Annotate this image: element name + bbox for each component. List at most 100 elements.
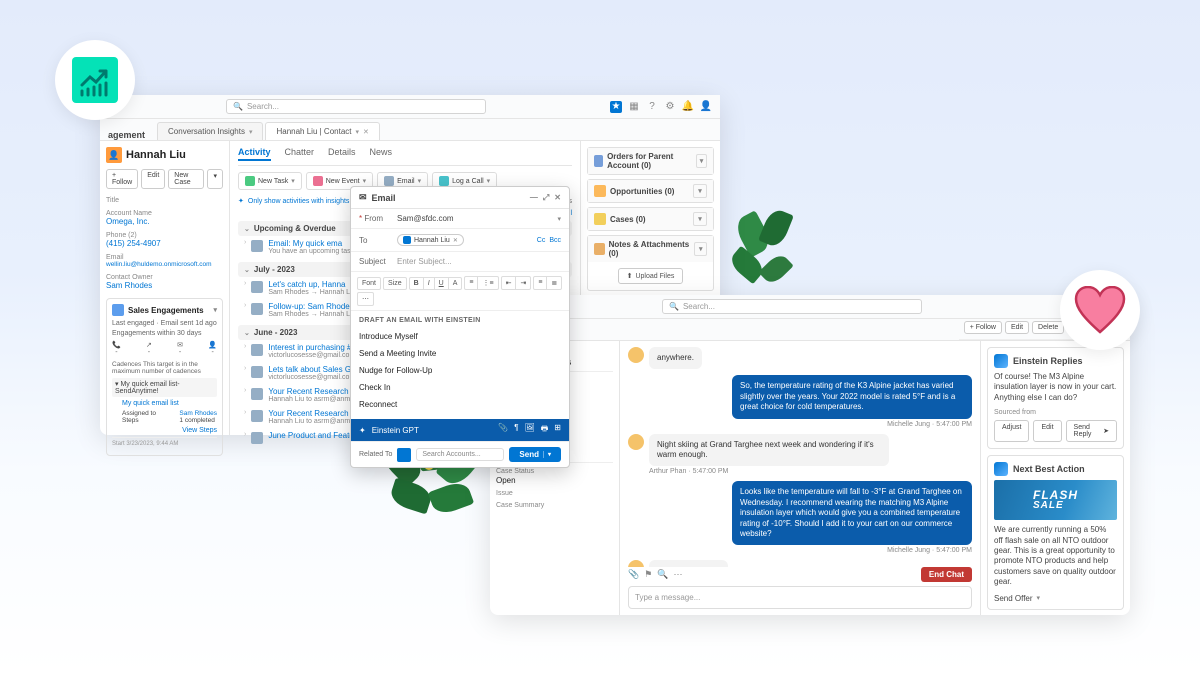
chevron-down-icon: ▾ xyxy=(249,128,253,136)
einstein-gpt-bar[interactable]: ✦Einstein GPT📎¶🖼🖶⊞ xyxy=(351,419,569,441)
email-icon: ✉ xyxy=(359,192,367,203)
indent-icon[interactable]: ⇥ xyxy=(516,277,530,289)
send-offer-button[interactable]: Send Offer▾ xyxy=(994,594,1117,603)
follow-button[interactable]: + Follow xyxy=(106,169,138,189)
gear-icon[interactable]: ⚙ xyxy=(664,101,676,113)
send-reply-button[interactable]: Send Reply➤ xyxy=(1066,420,1117,442)
italic-icon[interactable]: I xyxy=(424,278,435,289)
chevron-down-icon[interactable]: ▾ xyxy=(693,184,707,198)
bell-icon[interactable]: 🔔 xyxy=(682,101,694,113)
nba-icon xyxy=(994,462,1008,476)
case-icon xyxy=(594,213,606,225)
tab-details[interactable]: Details xyxy=(328,147,356,161)
search-icon[interactable]: 🔍 xyxy=(657,569,668,580)
contact-name: Hannah Liu xyxy=(126,149,186,161)
email-icon xyxy=(251,388,263,400)
email-icon xyxy=(251,410,263,422)
customer-avatar xyxy=(628,560,644,567)
search-icon: 🔍 xyxy=(233,102,243,111)
close-icon[interactable]: ✕ xyxy=(363,128,369,136)
chevron-down-icon[interactable]: ▾ xyxy=(696,154,707,168)
image-icon[interactable]: 🖼 xyxy=(525,423,535,437)
opportunity-icon xyxy=(594,185,606,197)
email-icon xyxy=(251,281,263,293)
delete-button[interactable]: Delete xyxy=(1032,321,1064,334)
einstein-option[interactable]: Introduce Myself xyxy=(359,328,561,345)
einstein-option[interactable]: Check In xyxy=(359,379,561,396)
flag-icon[interactable]: ⚑ xyxy=(644,569,652,580)
text-color-icon[interactable]: A xyxy=(449,278,462,289)
size-select[interactable]: Size xyxy=(384,278,406,289)
subject-input[interactable]: Enter Subject... xyxy=(397,257,561,266)
more-button[interactable]: ▾ xyxy=(207,169,223,189)
global-search[interactable]: 🔍Search... xyxy=(662,299,922,314)
bcc-link[interactable]: Bcc xyxy=(549,237,561,244)
recipient-chip[interactable]: Hannah Liu✕ xyxy=(397,234,464,246)
einstein-option[interactable]: Nudge for Follow-Up xyxy=(359,362,561,379)
attach-icon[interactable]: 📎 xyxy=(628,569,639,580)
app-name: agement xyxy=(108,130,145,140)
customer-message: Night skiing at Grand Targhee next week … xyxy=(649,434,889,467)
agent-message: So, the temperature rating of the K3 Alp… xyxy=(732,375,972,418)
title-label: Title xyxy=(106,197,223,204)
einstein-option[interactable]: Reconnect xyxy=(359,396,561,413)
edit-button[interactable]: Edit xyxy=(141,169,165,189)
avatar-icon[interactable]: 👤 xyxy=(700,101,712,113)
align-icon[interactable]: ≡ xyxy=(534,277,547,289)
metric-icon: 📞- xyxy=(112,341,121,356)
tab-activity[interactable]: Activity xyxy=(238,147,271,161)
chevron-down-icon[interactable]: ▾ xyxy=(694,242,707,256)
bullet-list-icon[interactable]: ≡ xyxy=(465,277,478,289)
end-chat-button[interactable]: End Chat xyxy=(921,567,972,582)
attach-icon[interactable]: 📎 xyxy=(498,423,508,437)
tab-chatter[interactable]: Chatter xyxy=(285,147,315,161)
edit-reply-button[interactable]: Edit xyxy=(1033,420,1061,442)
email-composer: ✉Email —⤢✕ * FromSam@sfdc.com▾ ToHannah … xyxy=(350,186,570,468)
print-icon[interactable]: 🖶 xyxy=(541,423,549,437)
adjust-button[interactable]: Adjust xyxy=(994,420,1029,442)
bold-icon[interactable]: B xyxy=(410,278,424,289)
upload-files-button[interactable]: ⬆Upload Files xyxy=(618,268,684,284)
expand-icon[interactable]: ⤢ xyxy=(543,193,549,203)
tab-contact-hannah[interactable]: Hannah Liu | Contact▾✕ xyxy=(265,122,379,140)
view-steps-link[interactable]: View Steps xyxy=(112,427,217,434)
favorites-icon[interactable]: ★ xyxy=(610,101,622,113)
chat-input[interactable]: Type a message... xyxy=(628,586,972,609)
grid-icon[interactable]: ▦ xyxy=(628,101,640,113)
outdent-icon[interactable]: ⇤ xyxy=(502,277,517,289)
phone-label: Phone (2) xyxy=(106,232,223,239)
send-button[interactable]: Send▾ xyxy=(509,447,561,462)
more-format-icon[interactable]: ⋯ xyxy=(358,293,373,305)
follow-button[interactable]: + Follow xyxy=(964,321,1002,334)
more-icon[interactable]: ⋯ xyxy=(674,569,683,580)
phone-link[interactable]: (415) 254-4907 xyxy=(106,239,223,248)
cc-link[interactable]: Cc xyxy=(537,237,546,244)
einstein-option[interactable]: Send a Meeting Invite xyxy=(359,345,561,362)
align-icon[interactable]: ≣ xyxy=(547,277,561,289)
from-field[interactable]: Sam@sfdc.com xyxy=(397,214,557,223)
related-icon[interactable] xyxy=(397,448,411,462)
font-select[interactable]: Font xyxy=(358,278,380,289)
flash-sale-banner: FLASHSALE xyxy=(994,480,1117,520)
edit-button[interactable]: Edit xyxy=(1005,321,1029,334)
owner-link[interactable]: Sam Rhodes xyxy=(106,281,223,290)
global-search[interactable]: 🔍Search... xyxy=(226,99,486,114)
help-icon[interactable]: ? xyxy=(646,101,658,113)
topbar: 🔍Search... ★ ▦ ? ⚙ 🔔 👤 xyxy=(100,95,720,119)
tab-news[interactable]: News xyxy=(370,147,393,161)
number-list-icon[interactable]: ⋮≡ xyxy=(478,277,497,289)
tab-conversation-insights[interactable]: Conversation Insights▾ xyxy=(157,122,263,140)
account-link[interactable]: Omega, Inc. xyxy=(106,217,223,226)
customer-message: Yes please. xyxy=(649,560,728,567)
metric-icon: 👤- xyxy=(208,341,217,356)
email-link[interactable]: wellin.liu@huldemo.onmicrosoft.com xyxy=(106,261,223,268)
search-accounts-input[interactable]: Search Accounts... xyxy=(416,448,504,461)
minimize-icon[interactable]: — xyxy=(530,193,538,203)
owner-label: Contact Owner xyxy=(106,274,223,281)
underline-icon[interactable]: U xyxy=(435,278,449,289)
chevron-down-icon[interactable]: ▾ xyxy=(693,212,707,226)
new-task-button[interactable]: New Task▾ xyxy=(238,172,302,190)
new-case-button[interactable]: New Case xyxy=(168,169,204,189)
close-icon[interactable]: ✕ xyxy=(554,193,561,203)
chevron-down-icon: ▾ xyxy=(355,128,359,136)
